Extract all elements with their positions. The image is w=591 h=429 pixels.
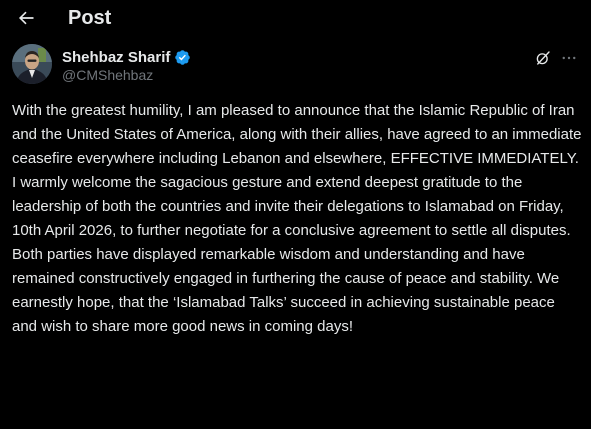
post-body: With the greatest humility, I am pleased… xyxy=(12,99,582,339)
back-button[interactable] xyxy=(12,4,40,32)
display-name-row: Shehbaz Sharif xyxy=(62,47,191,67)
post-paragraph: With the greatest humility, I am pleased… xyxy=(12,102,582,167)
page-title: Post xyxy=(68,7,112,29)
more-horizontal-icon xyxy=(562,56,576,60)
display-name[interactable]: Shehbaz Sharif xyxy=(62,49,170,66)
post-author: Shehbaz Sharif @CMShehbaz xyxy=(12,44,579,88)
grok-icon xyxy=(536,51,550,65)
grok-button[interactable] xyxy=(533,48,553,68)
verified-badge-icon xyxy=(174,49,191,66)
user-handle[interactable]: @CMShehbaz xyxy=(62,67,153,83)
arrow-left-icon xyxy=(18,11,34,25)
more-button[interactable] xyxy=(559,48,579,68)
post-header: Post xyxy=(0,0,591,36)
avatar[interactable] xyxy=(12,44,52,84)
post-paragraph: I warmly welcome the sagacious gesture a… xyxy=(12,174,571,239)
post-paragraph: Both parties have displayed remarkable w… xyxy=(12,246,560,335)
